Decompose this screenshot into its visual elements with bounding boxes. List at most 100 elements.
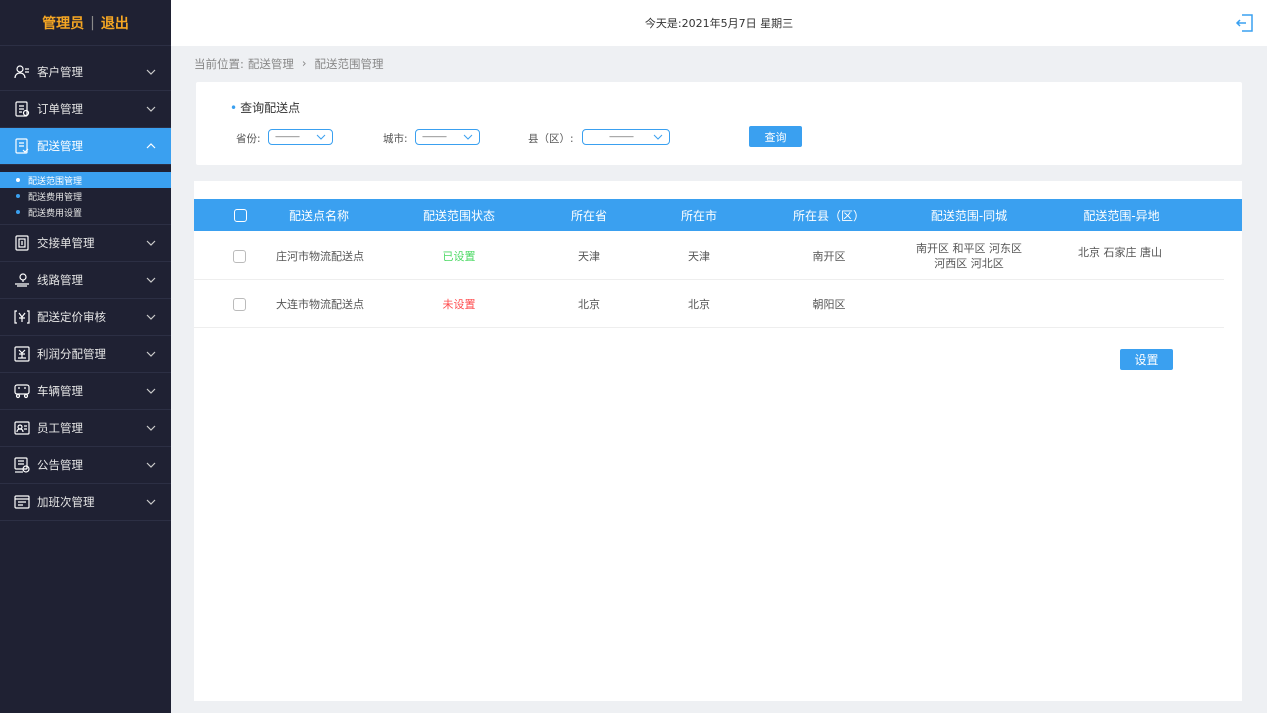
staff-icon bbox=[14, 420, 30, 436]
city-select-value: ——— bbox=[422, 132, 447, 142]
delivery-submenu: 配送范围管理 配送费用管理 配送费用设置 bbox=[0, 165, 171, 225]
notice-icon bbox=[14, 457, 30, 473]
province-select-value: ——— bbox=[275, 132, 300, 142]
set-button[interactable]: 设置 bbox=[1120, 349, 1173, 370]
chevron-down-icon bbox=[145, 103, 157, 115]
shift-icon bbox=[14, 494, 30, 510]
cell-status: 已设置 bbox=[442, 250, 476, 263]
sidebar-item-pricing[interactable]: 配送定价审核 bbox=[0, 299, 171, 336]
top-bar: 今天是:2021年5月7日 星期三 bbox=[171, 0, 1267, 46]
sidebar-item-profit[interactable]: 利润分配管理 bbox=[0, 336, 171, 373]
cell-local-range: 南开区 和平区 河东区 河西区 河北区 bbox=[916, 232, 1022, 280]
chevron-down-icon bbox=[463, 132, 473, 142]
select-all-checkbox[interactable] bbox=[233, 208, 247, 222]
chevron-down-icon bbox=[145, 459, 157, 471]
column-header: 所在市 bbox=[680, 208, 717, 223]
breadcrumb-prefix: 当前位置: bbox=[194, 57, 244, 71]
cell-city: 天津 bbox=[688, 250, 710, 263]
chevron-down-icon bbox=[145, 385, 157, 397]
select-all-cell bbox=[232, 199, 248, 231]
column-header: 配送范围状态 bbox=[422, 208, 495, 223]
local-range-line2: 河西区 河北区 bbox=[934, 257, 1004, 270]
chevron-down-icon bbox=[145, 496, 157, 508]
vehicle-icon bbox=[14, 383, 30, 399]
order-icon bbox=[14, 101, 30, 117]
cell-province: 天津 bbox=[578, 250, 600, 263]
profit-icon bbox=[14, 346, 30, 362]
sidebar-item-label: 公告管理 bbox=[37, 458, 83, 472]
chevron-down-icon bbox=[145, 311, 157, 323]
chevron-down-icon bbox=[145, 66, 157, 78]
query-panel: 查询配送点 省份: ——— 城市: ——— 县（区）: ——— 查询 bbox=[196, 82, 1242, 165]
cell-province: 北京 bbox=[578, 298, 600, 311]
sidebar-item-route[interactable]: 线路管理 bbox=[0, 262, 171, 299]
city-label: 城市: bbox=[383, 133, 408, 145]
sidebar-item-notice[interactable]: 公告管理 bbox=[0, 447, 171, 484]
sidebar-item-staff[interactable]: 员工管理 bbox=[0, 410, 171, 447]
cell-remote-range: 北京 石家庄 唐山 bbox=[1078, 246, 1162, 259]
sidebar-item-label: 线路管理 bbox=[37, 273, 83, 287]
column-header: 所在县（区） bbox=[792, 208, 865, 223]
sidebar-item-label: 订单管理 bbox=[37, 102, 83, 116]
chevron-down-icon bbox=[145, 422, 157, 434]
query-title: 查询配送点 bbox=[230, 99, 300, 116]
table-panel: 配送点名称 配送范围状态 所在省 所在市 所在县（区） 配送范围-同城 配送范围… bbox=[194, 181, 1242, 701]
sidebar-item-order[interactable]: 订单管理 bbox=[0, 91, 171, 128]
sidebar-item-label: 客户管理 bbox=[37, 65, 83, 79]
sidebar-item-shift[interactable]: 加班次管理 bbox=[0, 484, 171, 521]
cell-status: 未设置 bbox=[442, 298, 476, 311]
sidebar-item-handover[interactable]: 交接单管理 bbox=[0, 225, 171, 262]
cell-name: 庄河市物流配送点 bbox=[276, 250, 364, 263]
submenu-item-delivery-fee[interactable]: 配送费用管理 bbox=[0, 188, 171, 204]
customer-icon bbox=[14, 64, 30, 80]
logout-link[interactable]: 退出 bbox=[101, 13, 129, 33]
chevron-down-icon bbox=[145, 348, 157, 360]
cell-county: 朝阳区 bbox=[812, 298, 846, 311]
chevron-down-icon bbox=[316, 132, 326, 142]
submenu-item-delivery-range[interactable]: 配送范围管理 bbox=[0, 172, 171, 188]
row-select-cell bbox=[233, 280, 246, 328]
row-select-cell bbox=[233, 232, 246, 280]
cell-county: 南开区 bbox=[812, 250, 846, 263]
city-select[interactable]: ——— bbox=[415, 129, 480, 145]
row-checkbox[interactable] bbox=[233, 297, 246, 311]
admin-label[interactable]: 管理员 bbox=[42, 13, 84, 33]
county-select[interactable]: ——— bbox=[582, 129, 670, 145]
chevron-down-icon bbox=[653, 132, 663, 142]
logout-icon[interactable] bbox=[1235, 13, 1255, 33]
query-row: 省份: ——— 城市: ——— 县（区）: ——— 查询 bbox=[196, 126, 1242, 148]
column-header: 配送点名称 bbox=[288, 208, 349, 223]
pricing-icon bbox=[14, 309, 30, 325]
delivery-icon bbox=[14, 138, 30, 154]
sidebar: 管理员 | 退出 客户管理 订单管理 配送管理 配送范围管理 配送费用管理 配送… bbox=[0, 0, 171, 713]
sidebar-item-label: 车辆管理 bbox=[37, 384, 83, 398]
sidebar-item-label: 利润分配管理 bbox=[37, 347, 106, 361]
column-header: 配送范围-同城 bbox=[930, 208, 1008, 223]
sidebar-header: 管理员 | 退出 bbox=[0, 0, 171, 46]
cell-city: 北京 bbox=[688, 298, 710, 311]
sidebar-item-label: 配送定价审核 bbox=[37, 310, 106, 324]
cell-name: 大连市物流配送点 bbox=[276, 298, 364, 311]
row-checkbox[interactable] bbox=[233, 249, 246, 263]
local-range-line1: 南开区 和平区 河东区 bbox=[916, 242, 1022, 255]
date-display: 今天是:2021年5月7日 星期三 bbox=[644, 17, 794, 30]
sidebar-item-label: 员工管理 bbox=[37, 421, 83, 435]
table-row: 大连市物流配送点 未设置 北京 北京 朝阳区 bbox=[194, 280, 1224, 328]
route-icon bbox=[14, 272, 30, 288]
breadcrumb-level1[interactable]: 配送管理 bbox=[248, 56, 294, 72]
sidebar-item-label: 交接单管理 bbox=[37, 236, 95, 250]
column-header: 配送范围-异地 bbox=[1083, 208, 1160, 223]
sidebar-item-vehicle[interactable]: 车辆管理 bbox=[0, 373, 171, 410]
submenu-item-delivery-fee-setting[interactable]: 配送费用设置 bbox=[0, 204, 171, 220]
sidebar-item-label: 加班次管理 bbox=[37, 495, 95, 509]
sidebar-item-delivery[interactable]: 配送管理 bbox=[0, 128, 171, 165]
chevron-down-icon bbox=[145, 274, 157, 286]
query-button[interactable]: 查询 bbox=[749, 126, 802, 147]
breadcrumb: 当前位置: 配送管理 › 配送范围管理 bbox=[194, 56, 383, 72]
province-select[interactable]: ——— bbox=[268, 129, 333, 145]
column-header: 所在省 bbox=[570, 208, 607, 223]
handover-icon bbox=[14, 235, 30, 251]
sidebar-item-customer[interactable]: 客户管理 bbox=[0, 54, 171, 91]
chevron-up-icon bbox=[145, 140, 157, 152]
breadcrumb-level2: 配送范围管理 bbox=[314, 57, 384, 71]
